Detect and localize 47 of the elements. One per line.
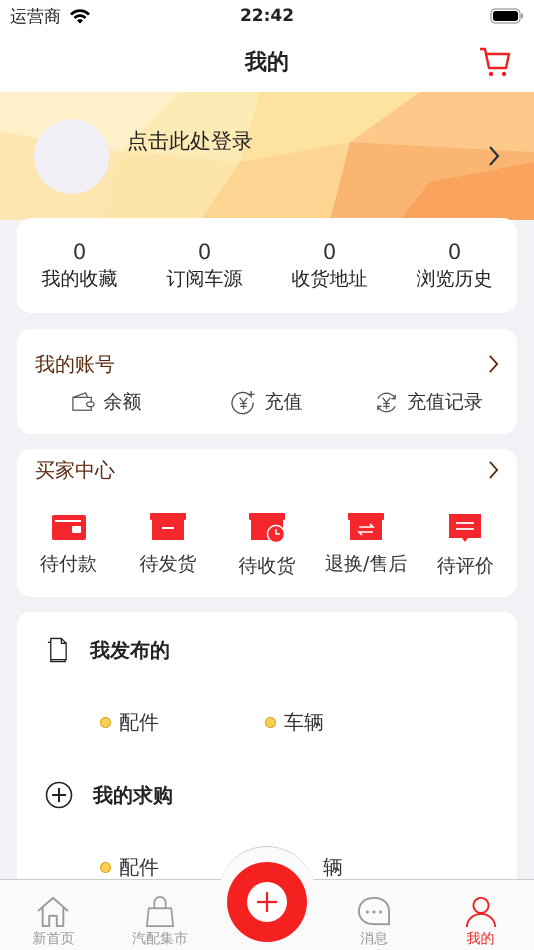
category-link[interactable]: 辆 [323,854,343,881]
comment-icon[interactable] [447,513,484,543]
yuan-plus-icon [231,390,256,414]
box-clock-icon[interactable] [249,513,285,543]
category-link[interactable]: 车辆 [284,709,324,736]
tab-item[interactable]: 我的 [427,880,534,950]
cart-icon[interactable] [478,46,512,78]
box-icon[interactable] [150,513,186,541]
chevron-right-icon[interactable] [488,354,499,374]
stat-count: 0 [72,240,86,264]
battery-icon [490,8,524,24]
section-title: 我发布的 [90,636,170,664]
account-link[interactable]: 充值 [264,389,302,415]
stat-count: 0 [448,240,462,264]
stat-label[interactable]: 收货地址 [292,266,368,292]
order-status-label[interactable]: 待付款 [40,551,98,577]
stat-count: 0 [322,240,336,264]
stat-label[interactable]: 浏览历史 [416,266,492,292]
stat-count: 0 [198,240,212,264]
section-title: 我的求购 [93,782,173,808]
section-title: 我的账号 [35,350,115,378]
user-icon [464,896,498,928]
wifi-icon [69,8,91,24]
order-status-label[interactable]: 退换/售后 [325,551,408,577]
documents-icon [45,636,70,664]
plus-icon [246,882,287,922]
category-link[interactable]: 配件 [119,854,159,881]
wallet-icon [70,391,96,413]
chat-icon [356,896,391,928]
chevron-right-icon[interactable] [488,145,500,167]
clock-time: 22:42 [240,6,294,26]
account-link[interactable]: 充值记录 [406,389,483,415]
order-status-label[interactable]: 待发货 [139,551,196,577]
stat-label[interactable]: 我的收藏 [42,266,118,292]
home-icon [36,896,70,928]
order-status-label[interactable]: 待评价 [436,553,494,579]
box-swap-icon[interactable] [348,513,384,541]
stat-label[interactable]: 订阅车源 [166,266,242,292]
card-icon[interactable] [50,513,87,541]
category-link[interactable]: 配件 [119,709,159,736]
carrier-name: 运营商 [10,6,61,28]
page-title: 我的 [245,49,289,77]
account-link[interactable]: 余额 [104,389,142,415]
section-title: 买家中心 [35,456,115,484]
chevron-right-icon[interactable] [488,460,499,480]
plus-circle-icon [45,781,73,809]
order-status-label[interactable]: 待收货 [238,553,296,579]
